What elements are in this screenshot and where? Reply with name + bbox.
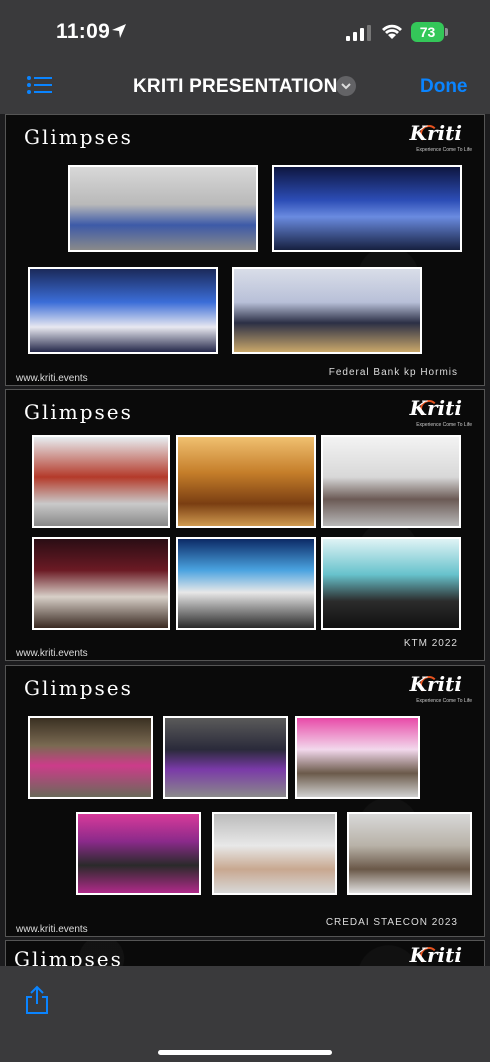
home-indicator[interactable]	[158, 1050, 332, 1055]
slide-4[interactable]: Glimpses Kriti	[5, 940, 485, 966]
event-photo	[176, 435, 316, 528]
chevron-down-icon	[341, 83, 351, 90]
slide-heading: Glimpses	[24, 125, 133, 149]
event-photo	[232, 267, 422, 354]
done-button[interactable]: Done	[420, 76, 468, 98]
location-arrow-icon	[112, 24, 126, 38]
logo-text: Kriti	[409, 396, 462, 420]
cellular-signal-icon	[346, 25, 371, 41]
wifi-icon	[382, 24, 402, 39]
footer-url: www.kriti.events	[16, 373, 88, 384]
bottom-toolbar	[0, 966, 490, 1062]
event-photo	[76, 812, 201, 895]
status-bar: 11:09 73	[0, 0, 490, 58]
slide-heading: Glimpses	[24, 676, 133, 700]
footer-url: www.kriti.events	[16, 648, 88, 659]
slide-caption: CREDAI STAECON 2023	[325, 917, 458, 928]
slide-3[interactable]: Glimpses Kriti Experience Come To Life w…	[5, 665, 485, 937]
logo-tagline: Experience Come To Life	[416, 147, 472, 153]
slide-heading: Glimpses	[24, 400, 133, 424]
event-photo	[295, 716, 420, 799]
kriti-logo: Kriti Experience Come To Life	[410, 121, 476, 153]
logo-text: Kriti	[409, 943, 462, 966]
event-photo	[68, 165, 258, 252]
nav-bar: KRITI PRESENTATION Done	[0, 58, 490, 114]
slides-viewer[interactable]: Glimpses Kriti Experience Come To Life w…	[0, 114, 490, 966]
title-menu-button[interactable]	[336, 76, 356, 96]
logo-tagline: Experience Come To Life	[416, 422, 472, 428]
list-icon[interactable]	[26, 74, 52, 96]
battery-indicator: 73	[411, 22, 444, 42]
logo-text: Kriti	[409, 672, 462, 696]
event-photo	[28, 716, 153, 799]
slide-caption: KTM 2022	[403, 638, 458, 649]
share-icon[interactable]	[24, 985, 50, 1015]
event-photo	[272, 165, 462, 252]
kriti-logo: Kriti Experience Come To Life	[410, 672, 476, 704]
event-photo	[28, 267, 218, 354]
slide-1[interactable]: Glimpses Kriti Experience Come To Life w…	[5, 114, 485, 386]
slide-caption: Federal Bank kp Hormis	[328, 367, 458, 378]
logo-text: Kriti	[409, 121, 462, 145]
footer-url: www.kriti.events	[16, 924, 88, 935]
event-photo	[32, 435, 170, 528]
event-photo	[347, 812, 472, 895]
logo-tagline: Experience Come To Life	[416, 698, 472, 704]
event-photo	[176, 537, 316, 630]
battery-tip	[445, 28, 448, 36]
document-title[interactable]: KRITI PRESENTATION	[133, 76, 338, 98]
event-photo	[32, 537, 170, 630]
slide-background	[6, 666, 484, 936]
slide-2[interactable]: Glimpses Kriti Experience Come To Life w…	[5, 389, 485, 661]
event-photo	[163, 716, 288, 799]
event-photo	[212, 812, 337, 895]
event-photo	[321, 435, 461, 528]
event-photo	[321, 537, 461, 630]
kriti-logo: Kriti Experience Come To Life	[410, 396, 476, 428]
slide-heading: Glimpses	[14, 947, 123, 966]
kriti-logo: Kriti	[410, 943, 476, 966]
status-time: 11:09	[56, 20, 111, 43]
